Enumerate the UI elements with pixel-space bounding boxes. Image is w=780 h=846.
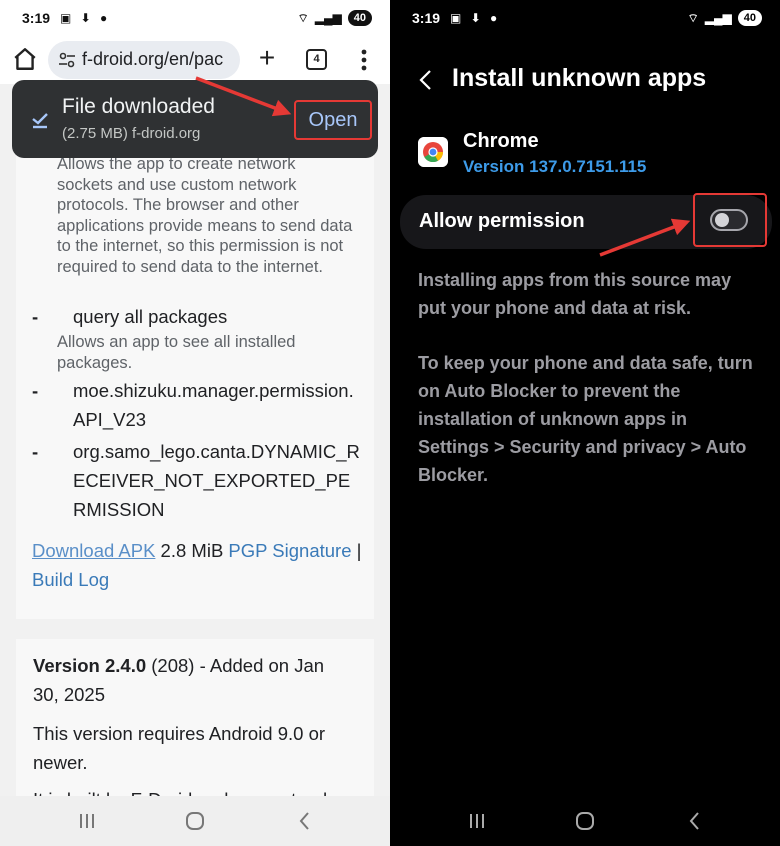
wifi-icon: ⌔ bbox=[297, 10, 309, 25]
battery-badge: 40 bbox=[347, 10, 372, 26]
version-requirement: This version requires Android 9.0 or new… bbox=[33, 723, 326, 773]
status-bar: 3:19 ▣ ⬇ ● ⌔ ▂▄▆ 40 bbox=[0, 0, 390, 36]
tab-switcher-button[interactable]: 4 bbox=[306, 49, 327, 70]
status-right: ⌔ ▂▄▆ 40 bbox=[297, 10, 372, 26]
settings-screen: 3:19 ▣ ⬇ ● ⌔ ▂▄▆ 40 Install unknown apps… bbox=[390, 0, 780, 846]
pgp-signature-link[interactable]: PGP Signature bbox=[228, 540, 351, 561]
list-dash: - bbox=[32, 441, 39, 462]
signal-icon: ▂▄▆ bbox=[314, 11, 342, 25]
version-number: Version 2.4.0 bbox=[33, 655, 147, 676]
page-content: Allows the app to create network sockets… bbox=[0, 84, 390, 796]
permission-name: org.samo_lego.canta.DYNAMIC_RECEIVER_NOT… bbox=[73, 441, 360, 520]
download-snackbar: File downloaded (2.75 MB) f-droid.org Op… bbox=[12, 80, 378, 158]
signal-icon: ▂▄▆ bbox=[704, 11, 732, 25]
download-apk-link[interactable]: Download APK bbox=[32, 540, 155, 561]
snackbar-subtitle: (2.75 MB) f-droid.org bbox=[62, 125, 201, 142]
back-nav-icon[interactable] bbox=[290, 808, 320, 834]
notification-icons: ▣ ⬇ ● bbox=[450, 11, 501, 25]
browser-toolbar: f-droid.org/en/pac + 4 bbox=[0, 36, 390, 84]
build-log-link[interactable]: Build Log bbox=[32, 569, 109, 590]
status-bar: 3:19 ▣ ⬇ ● ⌔ ▂▄▆ 40 bbox=[390, 0, 780, 36]
home-nav-icon[interactable] bbox=[180, 808, 210, 834]
version-card: Version 2.4.0 (208) - Added on Jan 30, 2… bbox=[16, 639, 374, 796]
list-dash: - bbox=[32, 380, 39, 401]
chrome-icon bbox=[418, 137, 448, 167]
home-icon[interactable] bbox=[12, 46, 38, 72]
download-links: Download APK 2.8 MiB PGP Signature | Bui… bbox=[32, 536, 362, 594]
warning-text: Installing apps from this source may put… bbox=[418, 270, 732, 318]
list-dash: - bbox=[32, 306, 39, 327]
navigation-bar bbox=[390, 796, 780, 846]
permission-name: query all packages bbox=[73, 306, 228, 327]
app-name: Chrome bbox=[463, 130, 539, 152]
permission-description: Allows the app to create network sockets… bbox=[57, 155, 353, 276]
permission-description: Allows an app to see all installed packa… bbox=[57, 333, 296, 372]
link-separator: | bbox=[351, 540, 362, 561]
page-title: Install unknown apps bbox=[452, 64, 707, 92]
url-text[interactable]: f-droid.org/en/pac bbox=[82, 49, 234, 70]
status-time: 3:19 bbox=[22, 10, 51, 26]
back-arrow-icon[interactable] bbox=[414, 66, 438, 94]
open-button[interactable]: Open bbox=[294, 100, 372, 140]
site-settings-icon[interactable] bbox=[58, 51, 76, 69]
apk-size: 2.8 MiB bbox=[155, 540, 229, 561]
app-version: Version 137.0.7151.115 bbox=[463, 157, 647, 176]
permission-name: moe.shizuku.manager.permission.API_V23 bbox=[73, 380, 354, 430]
toggle-knob bbox=[715, 213, 729, 227]
version-code: (208) bbox=[146, 655, 195, 676]
auto-blocker-text: To keep your phone and data safe, turn o… bbox=[418, 353, 753, 485]
status-right: ⌔ ▂▄▆ 40 bbox=[687, 10, 762, 26]
address-bar[interactable]: f-droid.org/en/pac bbox=[48, 41, 240, 79]
download-done-icon bbox=[32, 113, 48, 129]
snackbar-title: File downloaded bbox=[62, 95, 215, 118]
notification-icons: ▣ ⬇ ● bbox=[60, 11, 111, 25]
version-more-text: It is built by F-Droid and guaranteed bbox=[33, 785, 353, 796]
new-tab-button[interactable]: + bbox=[254, 42, 280, 74]
allow-permission-toggle[interactable] bbox=[710, 209, 748, 231]
navigation-bar bbox=[0, 796, 390, 846]
chrome-screen: 3:19 ▣ ⬇ ● ⌔ ▂▄▆ 40 f-droid.org/en/pac +… bbox=[0, 0, 390, 846]
more-menu-icon[interactable] bbox=[354, 48, 374, 72]
wifi-icon: ⌔ bbox=[687, 10, 699, 25]
allow-permission-label: Allow permission bbox=[419, 210, 585, 232]
back-nav-icon[interactable] bbox=[680, 808, 710, 834]
status-time: 3:19 bbox=[412, 10, 441, 26]
recents-icon[interactable] bbox=[462, 808, 492, 834]
home-nav-icon[interactable] bbox=[570, 808, 600, 834]
recents-icon[interactable] bbox=[72, 808, 102, 834]
battery-badge: 40 bbox=[737, 10, 762, 26]
version-heading: Version 2.4.0 (208) - Added on Jan 30, 2… bbox=[33, 651, 353, 709]
